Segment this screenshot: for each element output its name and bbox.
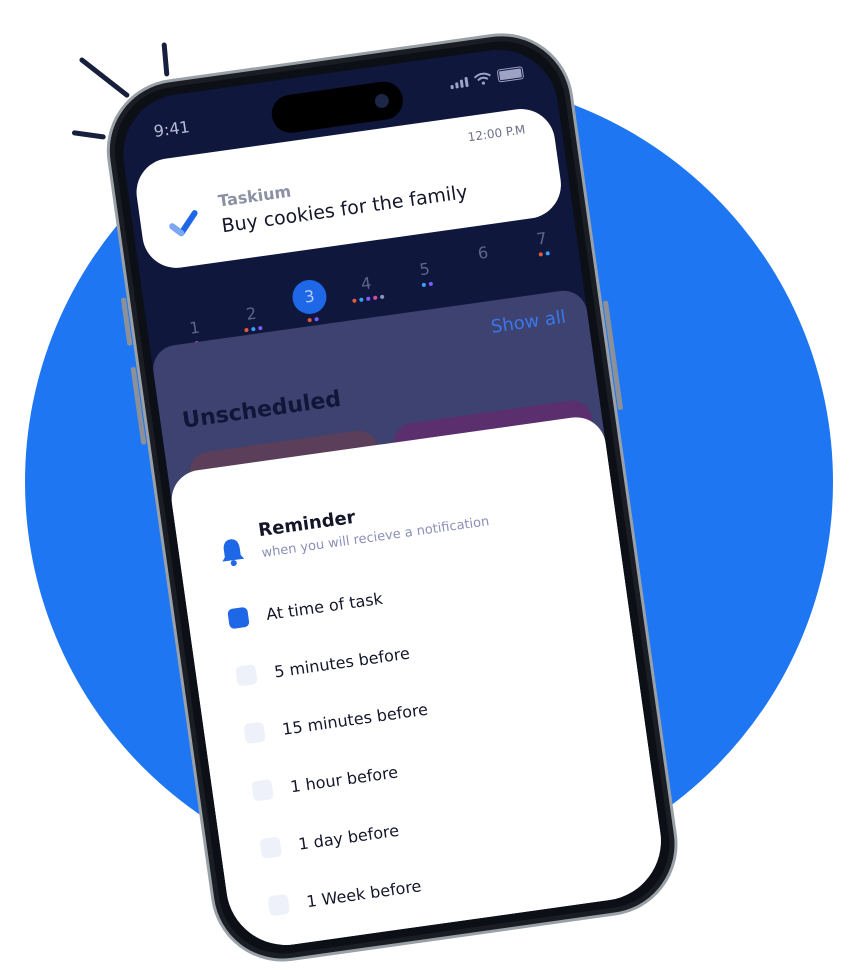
wifi-icon bbox=[473, 72, 491, 85]
day-2[interactable]: 2 bbox=[233, 302, 270, 333]
reminder-option[interactable]: 1 Week before bbox=[267, 873, 423, 918]
reminder-option[interactable]: 5 minutes before bbox=[235, 641, 411, 689]
day-4[interactable]: 4 bbox=[348, 272, 385, 303]
checkbox[interactable] bbox=[259, 836, 283, 860]
burst-line bbox=[71, 130, 107, 140]
show-all-link[interactable]: Show all bbox=[490, 307, 568, 338]
day-5[interactable]: 5 bbox=[407, 257, 444, 288]
burst-line bbox=[161, 42, 170, 77]
reminder-option[interactable]: 1 hour before bbox=[251, 759, 399, 803]
checkbox[interactable] bbox=[251, 778, 274, 802]
reminder-option[interactable]: 1 day before bbox=[259, 818, 400, 861]
checkbox[interactable] bbox=[243, 721, 266, 745]
app-check-icon bbox=[169, 210, 198, 237]
notification-time: 12:00 P.M bbox=[466, 122, 527, 145]
checkbox[interactable] bbox=[267, 893, 291, 917]
bell-icon bbox=[222, 539, 245, 567]
signal-icon bbox=[450, 76, 469, 90]
day-3-selected[interactable]: 3 bbox=[290, 277, 330, 324]
status-time: 9:41 bbox=[152, 117, 191, 141]
section-title: Unscheduled bbox=[180, 386, 343, 434]
checkbox[interactable] bbox=[235, 664, 258, 687]
checkbox-checked[interactable] bbox=[227, 606, 250, 630]
day-6[interactable]: 6 bbox=[465, 241, 502, 269]
status-icons bbox=[449, 66, 525, 90]
reminder-option[interactable]: At time of task bbox=[227, 586, 384, 631]
reminder-sheet: Reminder when you will recieve a notific… bbox=[167, 413, 669, 953]
day-7[interactable]: 7 bbox=[523, 227, 560, 258]
battery-icon bbox=[496, 66, 525, 83]
reminder-option[interactable]: 15 minutes before bbox=[243, 697, 429, 746]
